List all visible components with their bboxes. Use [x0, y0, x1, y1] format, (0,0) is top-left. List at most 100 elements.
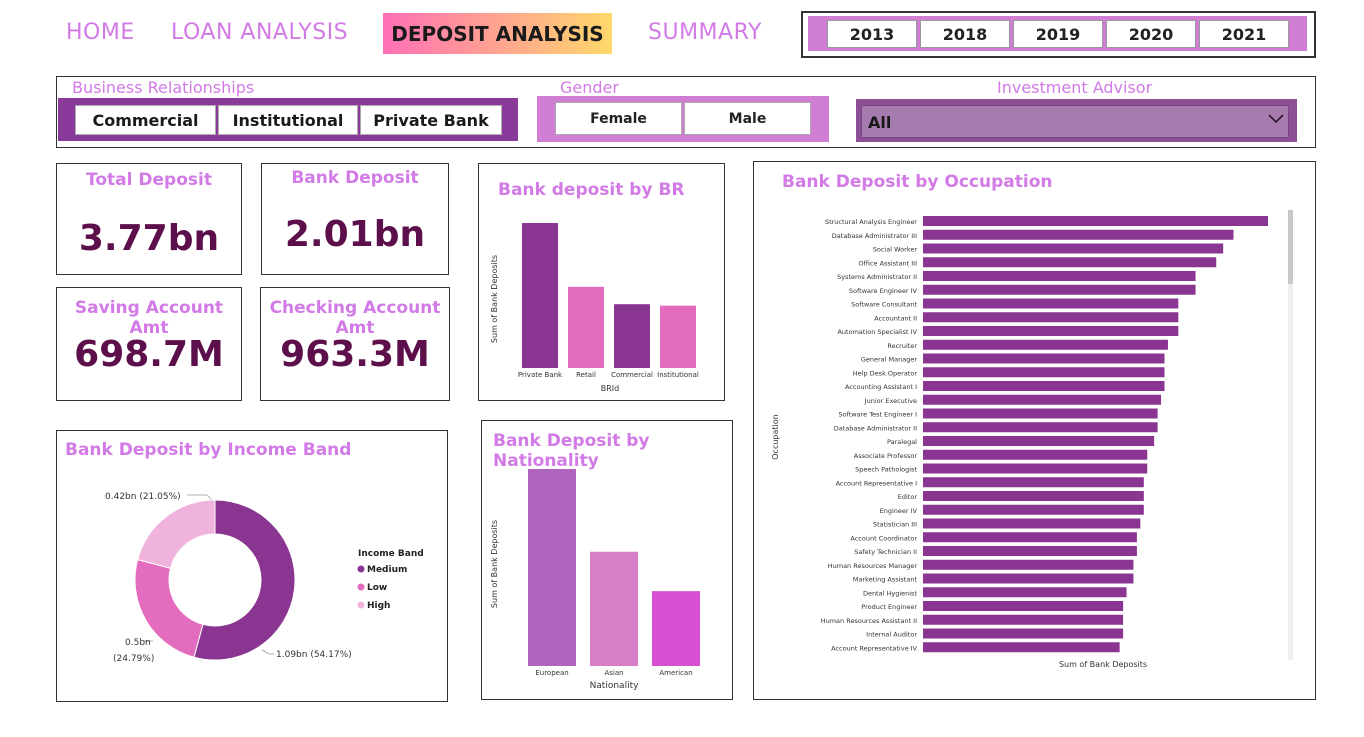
- x-tick-asian: Asian: [604, 669, 623, 677]
- bar-product-engineer[interactable]: [923, 601, 1124, 611]
- kpi-label: Saving Account Amt: [74, 298, 224, 338]
- bar-editor[interactable]: [923, 491, 1144, 501]
- year-button-2018[interactable]: 2018: [920, 20, 1010, 48]
- br-option-private-bank[interactable]: Private Bank: [360, 105, 502, 135]
- investment-advisor-dropdown[interactable]: [861, 105, 1289, 138]
- bar-social-worker[interactable]: [923, 243, 1224, 254]
- nav-summary[interactable]: SUMMARY: [648, 20, 762, 45]
- x-tick-retail: Retail: [576, 371, 596, 379]
- gender-option-male[interactable]: Male: [684, 102, 811, 135]
- y-tick-statistician-iii: Statistician III: [873, 521, 917, 529]
- y-tick-editor: Editor: [898, 493, 918, 501]
- kpi-total-deposit: Total Deposit 3.77bn: [56, 163, 242, 275]
- bar-statistician-iii[interactable]: [923, 518, 1141, 529]
- bar-speech-pathologist[interactable]: [923, 463, 1148, 474]
- y-tick-human-resources-assistant-ii: Human Resources Assistant II: [821, 617, 917, 625]
- y-tick-associate-professor: Associate Professor: [854, 452, 918, 460]
- legend-dot-low: [357, 583, 365, 591]
- bar-engineer-iv[interactable]: [923, 504, 1144, 515]
- bar-associate-professor[interactable]: [923, 449, 1148, 460]
- y-tick-accountant-ii: Accountant II: [874, 314, 917, 322]
- bar-automation-specialist-iv[interactable]: [923, 326, 1179, 336]
- chevron-down-icon[interactable]: [1267, 113, 1285, 129]
- bar-account-coordinator[interactable]: [923, 532, 1137, 543]
- investment-advisor-title: Investment Advisor: [997, 78, 1153, 97]
- y-tick-automation-specialist-iv: Automation Specialist IV: [837, 328, 917, 336]
- bar-marketing-assistant[interactable]: [923, 573, 1134, 584]
- year-button-2019[interactable]: 2019: [1013, 20, 1103, 48]
- bar-accountant-ii[interactable]: [923, 312, 1179, 323]
- y-tick-database-administrator-ii: Database Administrator II: [834, 424, 917, 432]
- bar-recruiter[interactable]: [923, 339, 1168, 350]
- bar-institutional[interactable]: [660, 305, 696, 368]
- bar-help-desk-operator[interactable]: [923, 367, 1165, 378]
- business-relationships-title: Business Relationships: [72, 78, 255, 97]
- y-axis-label: Sum of Bank Deposits: [490, 255, 499, 343]
- y-tick-social-worker: Social Worker: [873, 246, 918, 254]
- x-tick-european: European: [535, 669, 568, 677]
- bar-human-resources-manager[interactable]: [923, 559, 1134, 570]
- bar-software-test-engineer-i[interactable]: [923, 408, 1158, 419]
- bar-safety-technician-ii[interactable]: [923, 546, 1137, 556]
- y-tick-software-test-engineer-i: Software Test Engineer I: [838, 411, 917, 419]
- y-tick-safety-technician-ii: Safety Technician II: [854, 548, 917, 556]
- slice-high[interactable]: [137, 499, 216, 569]
- y-axis-label: Sum of Bank Deposits: [490, 520, 499, 608]
- bar-structural-analysis-engineer[interactable]: [923, 216, 1268, 226]
- br-option-commercial[interactable]: Commercial: [75, 105, 216, 135]
- bar-retail[interactable]: [568, 286, 604, 368]
- legend-low[interactable]: Low: [367, 583, 387, 593]
- bar-office-assistant-iii[interactable]: [923, 257, 1217, 268]
- bar-internal-auditor[interactable]: [923, 628, 1124, 639]
- nav-loan-analysis[interactable]: LOAN ANALYSIS: [171, 20, 348, 45]
- bar-account-representative-i[interactable]: [923, 477, 1144, 488]
- nav-deposit-analysis[interactable]: DEPOSIT ANALYSIS: [383, 13, 612, 54]
- y-tick-systems-administrator-ii: Systems Administrator II: [837, 273, 917, 281]
- legend-dot-high: [357, 601, 365, 609]
- bar-commercial[interactable]: [614, 304, 650, 368]
- kpi-value: 3.77bn: [78, 218, 220, 259]
- bar-software-consultant[interactable]: [923, 298, 1179, 309]
- year-button-2020[interactable]: 2020: [1106, 20, 1196, 48]
- chart-bank-deposit-by-nationality: Bank Deposit by Nationality Sum of Bank …: [481, 420, 733, 700]
- bar-private-bank[interactable]: [522, 223, 558, 368]
- bar-american[interactable]: [652, 591, 700, 666]
- bar-junior-executive[interactable]: [923, 394, 1162, 405]
- bar-paralegal[interactable]: [923, 436, 1155, 446]
- nav-home[interactable]: HOME: [66, 20, 135, 45]
- year-button-2013[interactable]: 2013: [827, 20, 917, 48]
- y-tick-structural-analysis-engineer: Structural Analysis Engineer: [825, 218, 917, 226]
- legend-medium[interactable]: Medium: [367, 565, 407, 575]
- x-tick-private-bank: Private Bank: [518, 371, 563, 379]
- x-axis-label: BRId: [601, 384, 619, 393]
- kpi-saving-account: Saving Account Amt 698.7M: [56, 287, 242, 401]
- gender-option-female[interactable]: Female: [555, 102, 682, 135]
- kpi-checking-account: Checking Account Amt 963.3M: [260, 287, 450, 401]
- bar-software-engineer-iv[interactable]: [923, 284, 1196, 295]
- y-tick-human-resources-manager: Human Resources Manager: [828, 562, 918, 570]
- year-button-2021[interactable]: 2021: [1199, 20, 1289, 48]
- x-axis-label: Sum of Bank Deposits: [1059, 660, 1147, 669]
- x-tick-american: American: [659, 669, 692, 677]
- bar-database-administrator-ii[interactable]: [923, 422, 1158, 433]
- y-tick-engineer-iv: Engineer IV: [880, 507, 918, 515]
- bar-european[interactable]: [528, 469, 576, 666]
- investment-advisor-value: All: [868, 113, 892, 132]
- nationality-chart-svg: Sum of Bank Deposits Nationality Europea…: [490, 469, 700, 691]
- scrollbar-thumb[interactable]: [1288, 210, 1293, 284]
- y-tick-account-representative-iv: Account Representative IV: [831, 644, 917, 652]
- bar-database-administrator-iii[interactable]: [923, 229, 1234, 240]
- bar-account-representative-iv[interactable]: [923, 642, 1120, 653]
- bar-asian[interactable]: [590, 551, 638, 666]
- legend-dot-medium: [357, 565, 365, 573]
- br-option-institutional[interactable]: Institutional: [218, 105, 358, 135]
- bar-systems-administrator-ii[interactable]: [923, 271, 1196, 281]
- y-tick-dental-hygienist: Dental Hygienist: [863, 589, 918, 597]
- y-tick-help-desk-operator: Help Desk Operator: [853, 369, 918, 377]
- bar-dental-hygienist[interactable]: [923, 587, 1127, 598]
- bar-accounting-assistant-i[interactable]: [923, 381, 1165, 391]
- y-tick-junior-executive: Junior Executive: [864, 397, 917, 405]
- bar-human-resources-assistant-ii[interactable]: [923, 614, 1124, 625]
- bar-general-manager[interactable]: [923, 353, 1165, 364]
- legend-high[interactable]: High: [367, 601, 390, 611]
